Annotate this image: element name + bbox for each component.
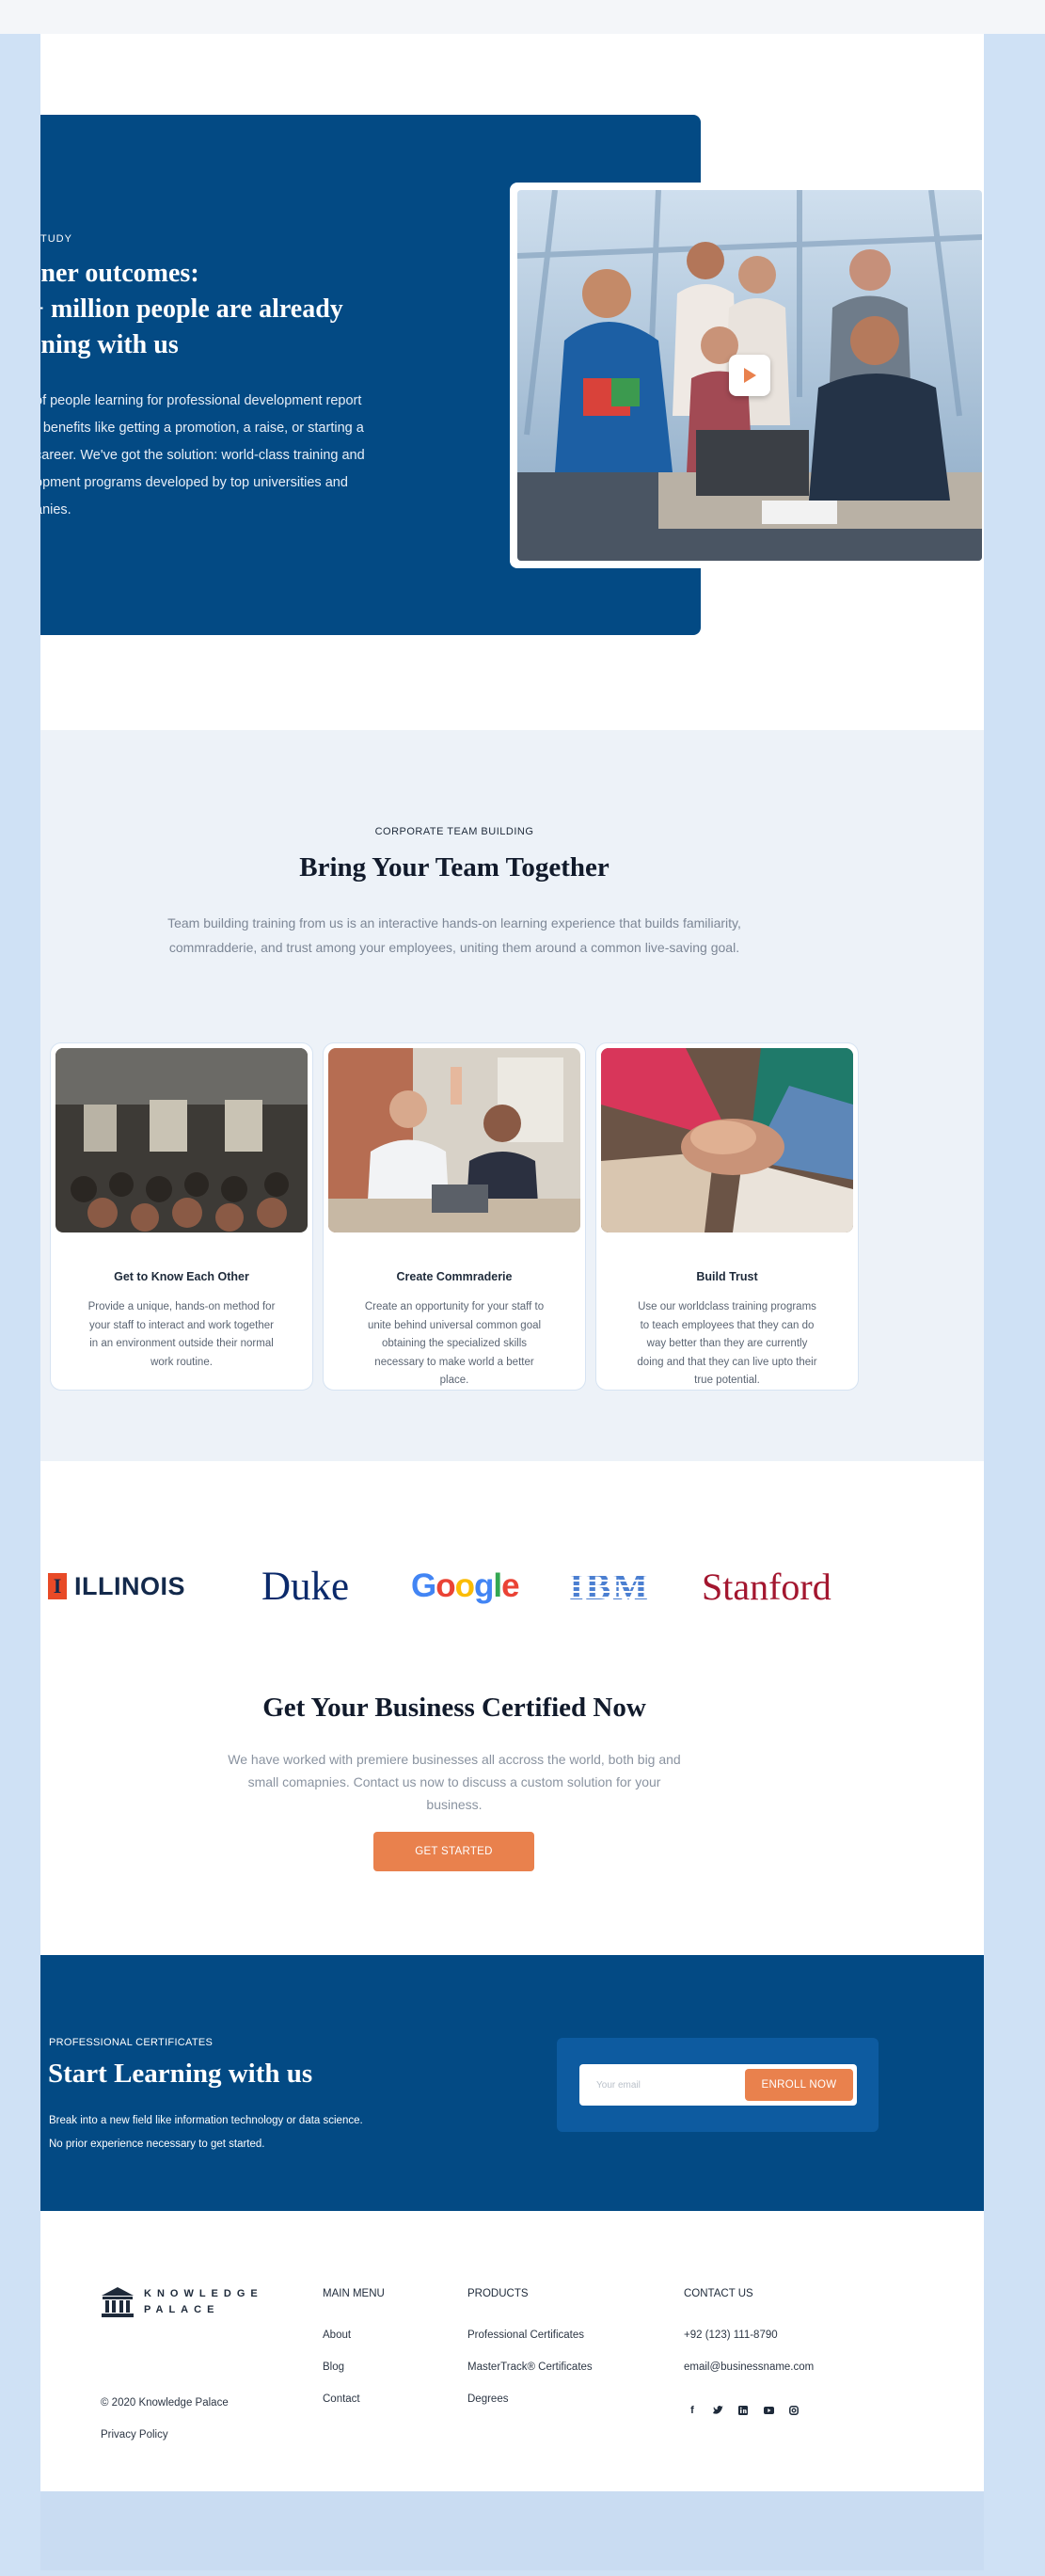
- conference-room-image: [55, 1048, 308, 1232]
- hero-description: of people learning for professional deve…: [40, 388, 430, 524]
- high-five-image: [328, 1048, 580, 1232]
- hero-video[interactable]: [510, 183, 984, 568]
- card-photo-high-five: [328, 1048, 580, 1232]
- hero-body-line: of people learning for professional deve…: [40, 393, 362, 408]
- card-text: Create an opportunity for your staff to …: [364, 1301, 545, 1386]
- google-logo: Google: [411, 1549, 520, 1624]
- footer-link-about[interactable]: About: [323, 2330, 351, 2341]
- illinois-wordmark: ILLINOIS: [74, 1571, 185, 1600]
- team-title: Bring Your Team Together: [299, 852, 610, 883]
- get-started-button[interactable]: GET STARTED: [373, 1832, 534, 1871]
- cta-title: Start Learning with us: [48, 2059, 313, 2089]
- youtube-icon[interactable]: [760, 2402, 777, 2419]
- google-letter: o: [454, 1567, 475, 1604]
- google-letter: l: [493, 1567, 502, 1604]
- contact-heading: CONTACT US: [684, 2288, 753, 2299]
- top-band: [0, 0, 1045, 34]
- hero-eyebrow: TUDY: [40, 233, 72, 245]
- footer-brand: KNOWLEDGE PALACE: [144, 2286, 263, 2318]
- card-title: Get to Know Each Other: [114, 1270, 249, 1283]
- cta-eyebrow: PROFESSIONAL CERTIFICATES: [49, 2037, 214, 2048]
- certified-title: Get Your Business Certified Now: [262, 1693, 646, 1723]
- footer-logo[interactable]: KNOWLEDGE PALACE: [101, 2286, 263, 2318]
- footer-link-mastertrack[interactable]: MasterTrack® Certificates: [467, 2361, 593, 2373]
- google-wordmark: Google: [411, 1567, 520, 1605]
- cta-line: No prior experience necessary to get sta…: [49, 2139, 265, 2150]
- email-field-wrapper: ENROLL NOW: [579, 2064, 857, 2106]
- hero-title: rner outcomes: + million people are alre…: [40, 256, 424, 363]
- bottom-band: [40, 2491, 984, 2570]
- instagram-icon[interactable]: [785, 2402, 802, 2419]
- illinois-logo: I ILLINOIS: [48, 1549, 185, 1624]
- main-menu-heading: MAIN MENU: [323, 2288, 385, 2299]
- hero-title-line: rner outcomes:: [40, 259, 199, 288]
- copyright: © 2020 Knowledge Palace: [101, 2397, 229, 2409]
- email-input[interactable]: [579, 2064, 749, 2106]
- page-frame: TUDY rner outcomes: + million people are…: [40, 34, 984, 2491]
- stanford-wordmark: Stanford: [702, 1565, 831, 1608]
- play-button[interactable]: [729, 355, 770, 396]
- hero-photo-celebrating-team: [517, 190, 982, 561]
- hero-body-line: opment programs developed by top univers…: [40, 475, 348, 490]
- feature-card: Build Trust Use our worldclass training …: [595, 1042, 859, 1391]
- hero-title-line: rning with us: [40, 330, 179, 359]
- stanford-logo: Stanford: [702, 1549, 831, 1624]
- duke-logo: Duke: [261, 1549, 349, 1624]
- footer-link-blog[interactable]: Blog: [323, 2361, 344, 2373]
- enroll-form: ENROLL NOW: [557, 2038, 879, 2132]
- illinois-mark: I: [48, 1573, 67, 1599]
- footer-link-contact[interactable]: Contact: [323, 2393, 360, 2405]
- privacy-policy-link[interactable]: Privacy Policy: [101, 2429, 168, 2441]
- hero-body-line: career. We've got the solution: world-cl…: [40, 448, 365, 463]
- play-icon: [744, 368, 756, 383]
- cta-description: Break into a new field like information …: [49, 2109, 363, 2156]
- footer-link-professional-certificates[interactable]: Professional Certificates: [467, 2330, 584, 2341]
- stacked-hands-image: [601, 1048, 853, 1232]
- duke-wordmark: Duke: [261, 1564, 350, 1609]
- hero-title-line: + million people are already: [40, 294, 343, 324]
- team-building-section: CORPORATE TEAM BUILDING Bring Your Team …: [40, 730, 984, 1461]
- card-title: Build Trust: [696, 1270, 758, 1283]
- brand-line: KNOWLEDGE: [144, 2288, 263, 2299]
- feature-card: Get to Know Each Other Provide a unique,…: [50, 1042, 313, 1391]
- card-photo-hands: [601, 1048, 853, 1232]
- products-heading: PRODUCTS: [467, 2288, 529, 2299]
- footer: KNOWLEDGE PALACE © 2020 Knowledge Palace…: [40, 2211, 984, 2491]
- twitter-icon[interactable]: [709, 2402, 726, 2419]
- enroll-cta-section: PROFESSIONAL CERTIFICATES Start Learning…: [40, 1955, 984, 2211]
- contact-phone[interactable]: +92 (123) 111-8790: [684, 2330, 778, 2341]
- feature-card: Create Commraderie Create an opportunity…: [323, 1042, 586, 1391]
- social-links: f: [684, 2402, 802, 2419]
- team-eyebrow: CORPORATE TEAM BUILDING: [374, 826, 534, 837]
- card-text: Provide a unique, hands-on method for yo…: [87, 1301, 276, 1368]
- ibm-logo: IBM: [569, 1549, 650, 1624]
- card-text: Use our worldclass training programs to …: [637, 1301, 817, 1386]
- google-letter: e: [501, 1567, 519, 1604]
- footer-link-degrees[interactable]: Degrees: [467, 2393, 508, 2405]
- google-letter: G: [411, 1567, 436, 1604]
- card-photo-conference: [55, 1048, 308, 1232]
- enroll-now-button[interactable]: ENROLL NOW: [745, 2069, 853, 2101]
- google-letter: o: [435, 1567, 455, 1604]
- palace-icon: [102, 2287, 134, 2317]
- hero-body-line: r benefits like getting a promotion, a r…: [40, 421, 364, 436]
- brand-line: PALACE: [144, 2304, 220, 2315]
- ibm-wordmark: IBM: [569, 1565, 650, 1608]
- partner-logos: I ILLINOIS Duke Google IBM Stanford: [40, 1549, 868, 1624]
- card-title: Create Commraderie: [396, 1270, 513, 1283]
- certified-lead: We have worked with premiere businesses …: [228, 1752, 681, 1812]
- team-lead: Team building training from us is an int…: [167, 915, 741, 955]
- linkedin-icon[interactable]: [735, 2402, 752, 2419]
- facebook-icon[interactable]: f: [684, 2402, 701, 2419]
- cta-line: Break into a new field like information …: [49, 2115, 363, 2126]
- hero-body-line: anies.: [40, 502, 71, 517]
- google-letter: g: [474, 1567, 494, 1604]
- contact-email[interactable]: email@businessname.com: [684, 2361, 814, 2373]
